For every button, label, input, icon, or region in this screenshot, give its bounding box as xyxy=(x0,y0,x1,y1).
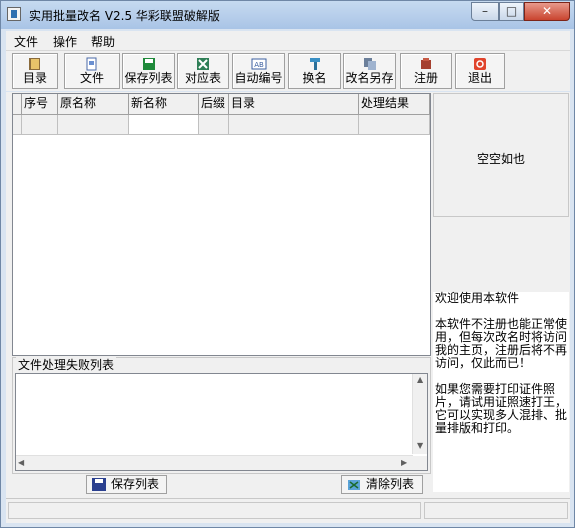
grid-header: 序号 原名称 新名称 后缀 目录 处理结果 xyxy=(13,94,430,115)
menu-help[interactable]: 帮助 xyxy=(91,33,115,50)
close-button[interactable]: ✕ xyxy=(524,2,570,21)
scroll-left-icon[interactable]: ◀ xyxy=(18,458,24,467)
cell-result[interactable] xyxy=(359,115,430,135)
file-grid[interactable]: 序号 原名称 新名称 后缀 目录 处理结果 xyxy=(12,93,431,356)
welcome-line: 如果您需要打印证件照片，请试用证照速打王，它可以实现多人混排、批量排版和打印。 xyxy=(435,382,568,435)
menu-file[interactable]: 文件 xyxy=(14,33,38,50)
cell-new-name[interactable] xyxy=(129,115,199,135)
toolbar-label: 自动编号 xyxy=(234,71,283,85)
toolbar-exit-button[interactable]: 退出 xyxy=(455,53,505,89)
maximize-button[interactable]: □ xyxy=(499,2,524,21)
menu-operate[interactable]: 操作 xyxy=(53,33,77,50)
toolbar-label: 改名另存 xyxy=(345,71,394,85)
toolbar-directory-button[interactable]: 目录 xyxy=(12,53,58,89)
cell-extension[interactable] xyxy=(199,115,229,135)
toolbar-label: 目录 xyxy=(22,71,47,85)
column-header-index[interactable]: 序号 xyxy=(22,94,58,114)
toolbar-rename-save-as-button[interactable]: 改名另存 xyxy=(343,53,396,89)
welcome-line: 本软件不注册也能正常使用，但每次改名时将访问我的主页，注册后将不再访问，仅此而已… xyxy=(435,317,568,370)
fail-list[interactable]: ▲ ▼ ◀ ▶ xyxy=(15,373,428,471)
app-icon[interactable] xyxy=(7,7,21,21)
scroll-up-icon[interactable]: ▲ xyxy=(417,375,423,384)
table-row[interactable] xyxy=(13,115,430,135)
column-header-extension[interactable]: 后缀 xyxy=(199,94,229,114)
cell-original-name[interactable] xyxy=(58,115,129,135)
fail-list-horizontal-scrollbar[interactable]: ◀ ▶ xyxy=(16,455,413,470)
scroll-right-icon[interactable]: ▶ xyxy=(401,458,407,467)
toolbar-label: 退出 xyxy=(467,71,492,85)
column-header-original-name[interactable]: 原名称 xyxy=(58,94,129,114)
clear-fail-list-label: 清除列表 xyxy=(366,477,415,491)
empty-placeholder: 空空如也 xyxy=(476,152,525,166)
menu-bar: 文件 操作 帮助 xyxy=(6,31,570,51)
toolbar-label: 对应表 xyxy=(184,71,221,85)
toolbar-label: 保存列表 xyxy=(124,71,173,85)
status-bar xyxy=(6,498,570,523)
column-header-new-name[interactable]: 新名称 xyxy=(129,94,199,114)
toolbar-rename-button[interactable]: 换名 xyxy=(288,53,341,89)
fail-list-label: 文件处理失败列表 xyxy=(16,356,117,373)
toolbar: 目录 文件 保存列表 对应表 AB 自动编号 换名 改名另存 注册 退出 xyxy=(6,51,570,91)
status-pane-left xyxy=(8,502,421,519)
welcome-text-panel: 欢迎使用本软件 本软件不注册也能正常使用，但每次改名时将访问我的主页，注册后将不… xyxy=(433,292,569,492)
toolbar-label: 换名 xyxy=(302,71,327,85)
client-area: 序号 原名称 新名称 后缀 目录 处理结果 空空如也 欢迎使用本软件 本软件不注… xyxy=(6,92,570,522)
save-fail-list-label: 保存列表 xyxy=(111,477,160,491)
toolbar-file-button[interactable]: 文件 xyxy=(64,53,120,89)
scroll-corner xyxy=(413,456,427,470)
toolbar-label: 注册 xyxy=(413,71,438,85)
toolbar-label: 文件 xyxy=(79,71,104,85)
save-icon xyxy=(92,478,106,491)
toolbar-register-button[interactable]: 注册 xyxy=(400,53,452,89)
welcome-line: 欢迎使用本软件 xyxy=(435,291,520,305)
scroll-down-icon[interactable]: ▼ xyxy=(417,441,423,450)
column-header-directory[interactable]: 目录 xyxy=(229,94,359,114)
row-indicator xyxy=(13,115,22,135)
clear-fail-list-button[interactable]: 清除列表 xyxy=(341,475,423,494)
svg-text:AB: AB xyxy=(254,61,264,69)
status-pane-right xyxy=(424,502,568,519)
minimize-button[interactable]: – xyxy=(471,2,499,21)
toolbar-mapping-button[interactable]: 对应表 xyxy=(177,53,229,89)
clear-list-icon xyxy=(348,480,360,490)
toolbar-save-list-button[interactable]: 保存列表 xyxy=(122,53,175,89)
grid-indicator-header xyxy=(13,94,22,114)
title-bar[interactable]: 实用批量改名 V2.5 华彩联盟破解版 – □ ✕ xyxy=(1,1,574,29)
save-fail-list-button[interactable]: 保存列表 xyxy=(86,475,167,494)
cell-directory[interactable] xyxy=(229,115,359,135)
cell-index[interactable] xyxy=(22,115,58,135)
fail-list-group: 文件处理失败列表 ▲ ▼ ◀ ▶ xyxy=(12,356,431,474)
app-window: 实用批量改名 V2.5 华彩联盟破解版 – □ ✕ 文件 操作 帮助 目录 文件… xyxy=(0,0,575,528)
fail-list-vertical-scrollbar[interactable]: ▲ ▼ xyxy=(412,374,427,454)
window-title: 实用批量改名 V2.5 华彩联盟破解版 xyxy=(29,9,220,23)
preview-panel: 空空如也 xyxy=(433,93,569,217)
column-header-result[interactable]: 处理结果 xyxy=(359,94,430,114)
toolbar-auto-number-button[interactable]: AB 自动编号 xyxy=(232,53,285,89)
